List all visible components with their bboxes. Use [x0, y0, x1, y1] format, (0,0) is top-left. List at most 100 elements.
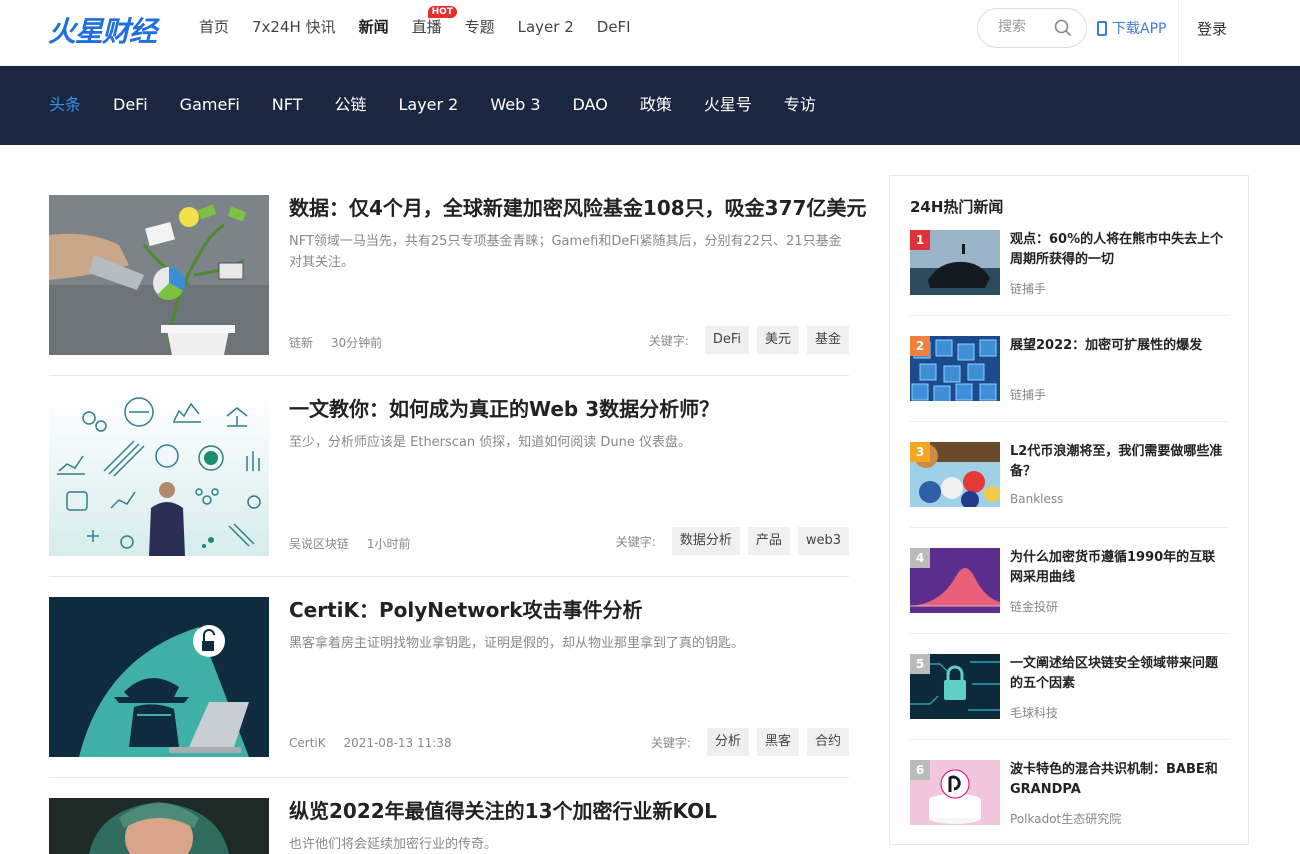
hot-news-title-link[interactable]: 一文阐述给区块链安全领域带来问题的五个因素 — [1010, 654, 1228, 694]
article-time: 2021-08-13 11:38 — [343, 736, 452, 750]
hot-news-source: Bankless — [1010, 492, 1064, 506]
topnav-home[interactable]: 首页 — [199, 17, 229, 37]
article-item: 一文教你：如何成为真正的Web 3数据分析师？ 至少，分析师应该是 Ethers… — [49, 396, 849, 557]
tag[interactable]: 数据分析 — [671, 527, 740, 555]
category-headlines[interactable]: 头条 — [49, 94, 81, 116]
article-summary: NFT领域一马当先，共有25只专项基金青睐；Gamefi和DeFi紧随其后，分别… — [289, 234, 842, 270]
keyword-label: 关键字: — [615, 534, 656, 549]
category-web3[interactable]: Web 3 — [490, 94, 540, 116]
keyword-label: 关键字: — [648, 333, 689, 348]
article-meta: 链新 30分钟前 — [289, 334, 396, 351]
download-app-button[interactable]: 下载APP — [1097, 18, 1166, 38]
article-title[interactable]: 数据：仅4个月，全球新建加密风险基金108只，吸金377亿美元 — [289, 195, 866, 221]
article-time: 1小时前 — [366, 537, 411, 551]
hot-news-divider — [910, 633, 1228, 634]
topnav-topics[interactable]: 专题 — [465, 17, 495, 37]
hot-news-title-link[interactable]: L2代币浪潮将至，我们需要做哪些准备？ — [1010, 442, 1228, 482]
top-nav: 首页 7x24H 快讯 新闻 直播 HOT 专题 Layer 2 DeFI — [199, 6, 654, 37]
hot-news-source: 链金投研 — [1010, 600, 1059, 614]
article-item: 数据：仅4个月，全球新建加密风险基金108只，吸金377亿美元 NFT领域一马当… — [49, 195, 866, 356]
article-meta: CertiK 2021-08-13 11:38 — [289, 736, 466, 750]
article-author[interactable]: 链新 — [289, 336, 313, 350]
category-public-chain[interactable]: 公链 — [334, 94, 366, 116]
article-divider — [49, 375, 849, 376]
hot-news-item: 3 L2代币浪潮将至，我们需要做哪些准备？ Bankless — [910, 442, 1228, 548]
article-tags: 关键字: DeFi 美元 基金 — [649, 326, 849, 354]
tag[interactable]: 黑客 — [756, 728, 799, 756]
hot-news-item: 2 展望2022：加密可扩展性的爆发 链捕手 — [910, 336, 1228, 442]
hot-news-divider — [910, 421, 1228, 422]
hot-news-item: 6 波卡特色的混合共识机制：BABE和GRANDPA Polkadot生态研究院 — [910, 760, 1228, 854]
login-button[interactable]: 登录 — [1197, 18, 1227, 39]
download-app-label: 下载APP — [1112, 21, 1167, 37]
article-tags: 关键字: 数据分析 产品 web3 — [616, 527, 849, 555]
category-mars-account[interactable]: 火星号 — [704, 94, 752, 116]
article-title[interactable]: 一文教你：如何成为真正的Web 3数据分析师？ — [289, 396, 859, 422]
tag[interactable]: web3 — [797, 527, 849, 555]
category-defi[interactable]: DeFi — [113, 94, 148, 116]
hot-news-title-link[interactable]: 为什么加密货币遵循1990年的互联网采用曲线 — [1010, 548, 1228, 588]
article-thumbnail[interactable] — [49, 396, 269, 556]
hot-news-title-link[interactable]: 波卡特色的混合共识机制：BABE和GRANDPA — [1010, 760, 1228, 800]
hot-news-title-link[interactable]: 观点：60%的人将在熊市中失去上个周期所获得的一切 — [1010, 230, 1228, 270]
article-thumbnail[interactable] — [49, 798, 269, 854]
tag[interactable]: 基金 — [806, 326, 849, 354]
category-dao[interactable]: DAO — [573, 94, 608, 116]
tag[interactable]: 分析 — [706, 728, 749, 756]
hot-badge: HOT — [427, 6, 457, 18]
article-summary: 至少，分析师应该是 Etherscan 侦探，知道如何阅读 Dune 仪表盘。 — [289, 435, 692, 450]
topnav-live[interactable]: 直播 HOT — [412, 6, 457, 37]
rank-badge: 2 — [910, 336, 930, 356]
hot-news-title: 24H热门新闻 — [910, 198, 1004, 216]
rank-badge: 4 — [910, 548, 930, 568]
tag[interactable]: DeFi — [704, 326, 749, 354]
article-tags: 关键字: 分析 黑客 合约 — [651, 728, 849, 756]
keyword-label: 关键字: — [650, 735, 691, 750]
article-divider — [49, 777, 849, 778]
hot-news-divider — [910, 739, 1228, 740]
article-item: 纵览2022年最值得关注的13个加密行业新KOL 也许他们将会延续加密行业的传奇… — [49, 798, 849, 854]
search-box[interactable] — [977, 8, 1087, 48]
article-author[interactable]: 吴说区块链 — [289, 537, 349, 551]
category-policy[interactable]: 政策 — [640, 94, 672, 116]
category-gamefi[interactable]: GameFi — [180, 94, 240, 116]
hot-news-item: 4 为什么加密货币遵循1990年的互联网采用曲线 链金投研 — [910, 548, 1228, 654]
rank-badge: 1 — [910, 230, 930, 250]
hot-news-panel: 24H热门新闻 1 观点：60%的人将在熊市中失去上个周期所获得的一切 链捕手 — [889, 175, 1249, 845]
tag[interactable]: 合约 — [806, 728, 849, 756]
header-divider — [1178, 0, 1179, 66]
category-layer2[interactable]: Layer 2 — [398, 94, 458, 116]
search-input[interactable] — [998, 19, 1058, 35]
rank-badge: 6 — [910, 760, 930, 780]
topnav-layer2[interactable]: Layer 2 — [518, 17, 574, 37]
article-divider — [49, 576, 849, 577]
hot-news-source: 链捕手 — [1010, 388, 1047, 402]
tag[interactable]: 产品 — [747, 527, 790, 555]
tag[interactable]: 美元 — [756, 326, 799, 354]
phone-icon — [1097, 20, 1107, 36]
category-nav: 头条 DeFi GameFi NFT 公链 Layer 2 Web 3 DAO … — [0, 66, 1300, 145]
hot-news-item: 5 一文阐述给区块链安全领域带来问题的五个因素 毛球科技 — [910, 654, 1228, 760]
article-thumbnail[interactable] — [49, 597, 269, 757]
hot-news-source: Polkadot生态研究院 — [1010, 812, 1122, 826]
rank-badge: 5 — [910, 654, 930, 674]
article-thumbnail[interactable] — [49, 195, 269, 355]
article-title[interactable]: CertiK：PolyNetwork攻击事件分析 — [289, 597, 859, 623]
topnav-defi[interactable]: DeFI — [597, 17, 631, 37]
article-time: 30分钟前 — [330, 336, 383, 350]
article-meta: 吴说区块链 1小时前 — [289, 535, 424, 552]
category-nft[interactable]: NFT — [272, 94, 303, 116]
top-header: 火星财经 首页 7x24H 快讯 新闻 直播 HOT 专题 Layer 2 De… — [0, 0, 1300, 66]
article-author[interactable]: CertiK — [289, 736, 326, 750]
article-item: CertiK：PolyNetwork攻击事件分析 黑客拿着房主证明找物业拿钥匙，… — [49, 597, 849, 758]
article-summary: 黑客拿着房主证明找物业拿钥匙，证明是假的，却从物业那里拿到了真的钥匙。 — [289, 636, 745, 651]
hot-news-divider — [910, 527, 1228, 528]
site-logo[interactable]: 火星财经 — [48, 10, 157, 50]
topnav-news[interactable]: 新闻 — [359, 17, 389, 37]
article-title[interactable]: 纵览2022年最值得关注的13个加密行业新KOL — [289, 798, 859, 824]
search-icon[interactable] — [1054, 19, 1072, 37]
hot-news-source: 链捕手 — [1010, 282, 1047, 296]
topnav-flash[interactable]: 7x24H 快讯 — [252, 17, 336, 37]
hot-news-title-link[interactable]: 展望2022：加密可扩展性的爆发 — [1010, 336, 1228, 356]
category-interview[interactable]: 专访 — [784, 94, 816, 116]
